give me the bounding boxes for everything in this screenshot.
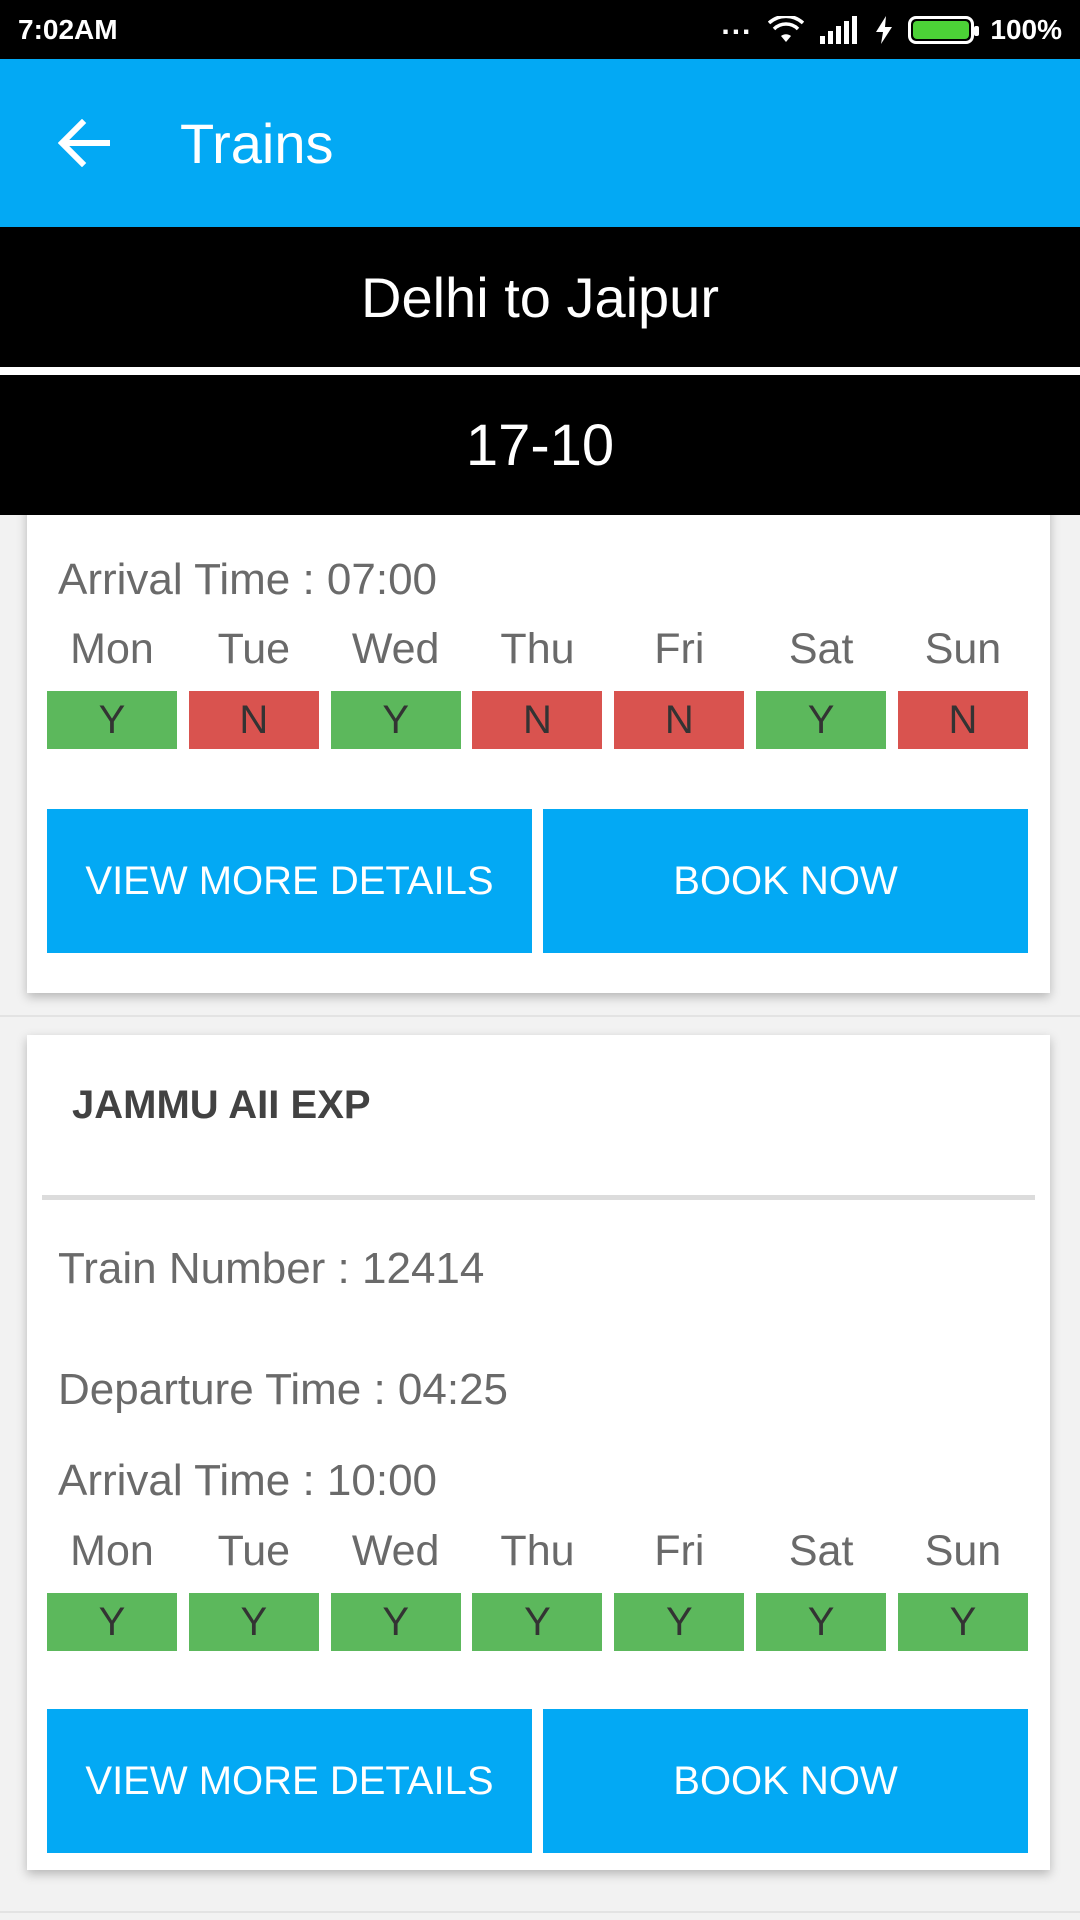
day-column: Sun N — [897, 625, 1028, 749]
day-column: Wed Y — [330, 1527, 461, 1651]
train-number: Train Number : 12414 — [58, 1244, 485, 1293]
arrow-left-icon — [58, 119, 110, 167]
app-bar: Trains — [0, 59, 1080, 227]
day-column: Mon Y — [47, 625, 177, 749]
day-column: Wed Y — [330, 625, 461, 749]
day-availability: N — [897, 691, 1028, 749]
day-label: Tue — [217, 625, 291, 673]
day-column: Mon Y — [47, 1527, 177, 1651]
day-availability: N — [472, 691, 603, 749]
status-bar: 7:02AM ... 100% — [0, 0, 1080, 59]
book-now-button[interactable]: BOOK NOW — [543, 809, 1028, 953]
route-label: Delhi to Jaipur — [361, 265, 719, 329]
list-divider — [0, 1015, 1080, 1017]
battery-icon — [908, 15, 980, 44]
day-availability: Y — [897, 1593, 1028, 1651]
date-header: 17-10 — [0, 375, 1080, 515]
day-label: Thu — [500, 1527, 575, 1575]
day-availability: N — [614, 691, 745, 749]
notification-dots-icon: ... — [721, 7, 753, 41]
page-title: Trains — [180, 111, 334, 175]
train-card: JAMMU AII EXP Train Number : 12414 Depar… — [27, 1035, 1050, 1870]
train-name: JAMMU AII EXP — [72, 1083, 371, 1127]
book-now-button[interactable]: BOOK NOW — [543, 1709, 1028, 1853]
day-column: Thu N — [472, 625, 603, 749]
train-card: Arrival Time : 07:00 Mon Y Tue N Wed Y T… — [27, 515, 1050, 993]
route-header: Delhi to Jaipur — [0, 227, 1080, 367]
day-label: Mon — [70, 1527, 154, 1575]
card-divider — [42, 1195, 1035, 1200]
wifi-icon — [768, 15, 805, 42]
status-icons: ... 100% — [721, 8, 1062, 46]
view-more-details-button[interactable]: VIEW MORE DETAILS — [47, 1709, 532, 1853]
day-label: Fri — [654, 625, 705, 673]
running-days: Mon Y Tue Y Wed Y Thu Y Fri Y Sat Y Sun … — [47, 1527, 1028, 1651]
day-label: Thu — [500, 625, 575, 673]
day-column: Fri N — [614, 625, 745, 749]
day-column: Tue Y — [188, 1527, 319, 1651]
day-label: Fri — [654, 1527, 705, 1575]
departure-time: Departure Time : 04:25 — [58, 1365, 509, 1414]
charging-icon — [876, 15, 893, 44]
day-availability: Y — [614, 1593, 745, 1651]
day-column: Sat Y — [756, 1527, 887, 1651]
day-label: Sat — [788, 625, 854, 673]
day-availability: Y — [47, 691, 177, 749]
day-label: Wed — [351, 1527, 440, 1575]
train-list[interactable]: Arrival Time : 07:00 Mon Y Tue N Wed Y T… — [0, 515, 1080, 1920]
signal-icon — [820, 15, 858, 44]
day-availability: Y — [330, 691, 461, 749]
battery-percent: 100% — [990, 13, 1062, 45]
day-availability: Y — [330, 1593, 461, 1651]
day-label: Tue — [217, 1527, 291, 1575]
header-divider — [0, 367, 1080, 375]
day-availability: Y — [472, 1593, 603, 1651]
day-availability: Y — [188, 1593, 319, 1651]
day-column: Thu Y — [472, 1527, 603, 1651]
back-button[interactable] — [42, 101, 126, 185]
card-actions: VIEW MORE DETAILS BOOK NOW — [47, 1709, 1028, 1853]
day-label: Sun — [924, 625, 1002, 673]
date-label: 17-10 — [465, 412, 615, 478]
day-column: Sat Y — [756, 625, 887, 749]
day-label: Mon — [70, 625, 154, 673]
arrival-time: Arrival Time : 07:00 — [58, 555, 438, 604]
day-label: Wed — [351, 625, 440, 673]
day-column: Fri Y — [614, 1527, 745, 1651]
day-availability: Y — [756, 691, 887, 749]
day-availability: N — [188, 691, 319, 749]
running-days: Mon Y Tue N Wed Y Thu N Fri N Sat Y Sun … — [47, 625, 1028, 749]
day-label: Sat — [788, 1527, 854, 1575]
day-column: Sun Y — [897, 1527, 1028, 1651]
card-actions: VIEW MORE DETAILS BOOK NOW — [47, 809, 1028, 953]
status-time: 7:02AM — [18, 13, 118, 45]
day-availability: Y — [756, 1593, 887, 1651]
day-label: Sun — [924, 1527, 1002, 1575]
list-divider — [0, 1911, 1080, 1913]
day-availability: Y — [47, 1593, 177, 1651]
day-column: Tue N — [188, 625, 319, 749]
arrival-time: Arrival Time : 10:00 — [58, 1456, 438, 1505]
view-more-details-button[interactable]: VIEW MORE DETAILS — [47, 809, 532, 953]
